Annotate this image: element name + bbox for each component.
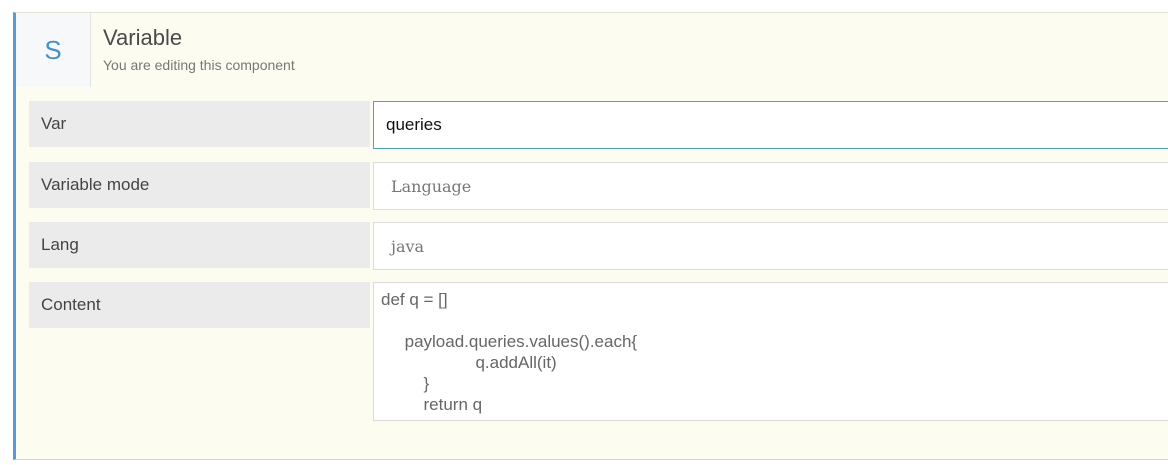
content-editor[interactable]: def q = [] payload.queries.values().each… [373,282,1168,421]
variable-mode-select[interactable]: Language [373,162,1168,210]
component-subtitle: You are editing this component [103,57,295,73]
lang-label: Lang [29,222,370,268]
var-input[interactable] [374,102,1168,148]
variable-mode-label: Variable mode [29,162,370,208]
content-code[interactable]: def q = [] payload.queries.values().each… [374,283,1168,421]
component-avatar: S [16,13,91,87]
component-editor-panel: S Variable You are editing this componen… [13,12,1168,460]
variable-mode-value: Language [391,176,472,196]
var-field[interactable] [373,101,1168,149]
lang-value: java [391,236,425,256]
lang-select[interactable]: java [373,222,1168,270]
content-label: Content [29,282,370,328]
component-title: Variable [103,25,183,50]
var-label: Var [29,101,370,147]
avatar-letter: S [44,34,62,65]
